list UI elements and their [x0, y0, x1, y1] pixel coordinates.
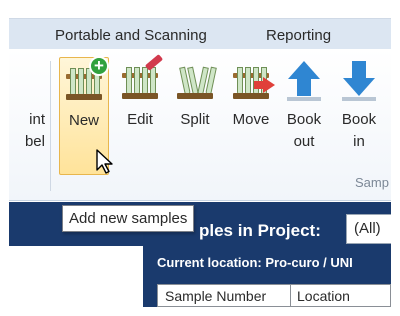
title-bar-strip: [9, 9, 391, 19]
ribbon: int bel + New Edit Split Move Book out B…: [9, 49, 391, 201]
location-tree-pane[interactable]: [9, 246, 143, 307]
project-filter-value: (All): [354, 220, 381, 237]
book-in-label-line1: Book: [341, 111, 377, 128]
column-divider[interactable]: [290, 285, 291, 307]
menu-portable-and-scanning[interactable]: Portable and Scanning: [55, 27, 207, 44]
tooltip-text: Add new samples: [69, 210, 188, 227]
current-location-text: Current location: Pro-curo / UNI: [157, 255, 353, 270]
plus-icon: +: [89, 56, 109, 76]
column-header-location[interactable]: Location: [297, 288, 350, 304]
menu-bar: Portable and Scanning Reporting: [9, 19, 391, 49]
ribbon-separator: [50, 61, 51, 191]
book-in-label-line2: in: [353, 133, 365, 150]
menu-reporting[interactable]: Reporting: [266, 27, 331, 44]
test-tube-rack-move-icon: [230, 61, 275, 101]
samples-in-project-heading: ples in Project:: [199, 221, 321, 240]
samples-table-header: Sample Number Location: [157, 284, 391, 307]
move-sample-button[interactable]: Move: [226, 57, 276, 175]
print-label-label-line2: bel: [24, 133, 45, 150]
book-out-label-line2: out: [293, 133, 315, 150]
arrow-right-icon: [263, 77, 275, 93]
move-button-label: Move: [232, 111, 270, 128]
print-label-button-partial[interactable]: int bel: [9, 57, 45, 175]
new-samples-tooltip: Add new samples: [62, 205, 195, 232]
split-sample-button[interactable]: Split: [172, 57, 218, 175]
edit-button-label: Edit: [127, 111, 153, 128]
project-filter-select[interactable]: (All): [346, 214, 391, 244]
book-out-arrow-icon: [283, 61, 325, 101]
new-button-label: New: [68, 112, 99, 129]
print-label-label-line1: int: [29, 111, 45, 128]
split-button-label: Split: [180, 111, 210, 128]
test-tube-rack-add-icon: +: [63, 56, 109, 102]
book-out-button[interactable]: Book out: [281, 57, 327, 175]
application-window: Portable and Scanning Reporting int bel …: [9, 9, 391, 307]
test-tube-rack-edit-icon: [119, 54, 164, 101]
test-tube-rack-split-icon: [174, 61, 217, 101]
book-out-label-line1: Book: [286, 111, 322, 128]
column-header-sample-number[interactable]: Sample Number: [165, 288, 266, 304]
edit-sample-button[interactable]: Edit: [117, 54, 164, 175]
ribbon-group-caption: Samp: [355, 175, 389, 190]
mouse-pointer-icon: [96, 149, 113, 174]
book-in-button[interactable]: Book in: [336, 57, 382, 175]
book-in-arrow-icon: [338, 61, 380, 101]
